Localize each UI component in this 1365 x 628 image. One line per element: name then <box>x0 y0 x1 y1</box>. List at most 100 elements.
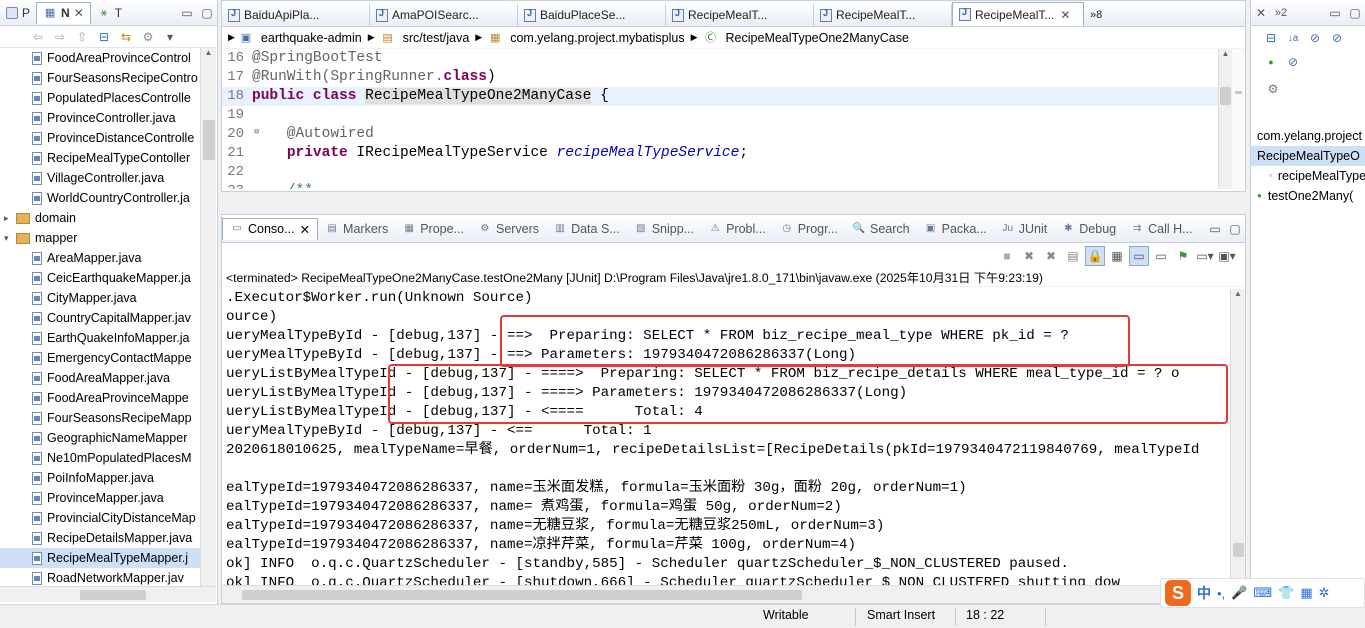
link-editor-icon[interactable]: ⇆ <box>116 27 136 47</box>
hide-local-types-icon[interactable]: ⊘ <box>1283 52 1303 72</box>
tree-vertical-scrollbar[interactable]: ▲ <box>200 48 216 586</box>
tree-file-item[interactable]: VillageController.java <box>0 168 200 188</box>
console-tab[interactable]: ▧ Snipp... <box>627 218 701 240</box>
back-icon[interactable]: ⇦ <box>28 27 48 47</box>
hscroll-thumb[interactable] <box>80 590 146 600</box>
close-icon[interactable]: ✕ <box>1251 3 1271 23</box>
editor-tab[interactable]: RecipeMealT... <box>666 4 814 26</box>
tree-file-item[interactable]: PopulatedPlacesControlle <box>0 88 200 108</box>
outline-item[interactable]: ▫ recipeMealType <box>1251 166 1365 186</box>
microphone-icon[interactable]: 🎤 <box>1231 585 1247 601</box>
forward-icon[interactable]: ⇨ <box>50 27 70 47</box>
close-icon[interactable]: ✕ <box>1060 8 1070 22</box>
scroll-thumb[interactable] <box>1220 87 1231 105</box>
editor-tab[interactable]: RecipeMealT... <box>814 4 952 26</box>
scroll-up-arrow[interactable]: ▲ <box>201 48 216 64</box>
open-console-icon[interactable]: ▣▾ <box>1217 246 1237 266</box>
hide-static-icon[interactable]: ⊘ <box>1327 28 1347 48</box>
editor-tab[interactable]: BaiduApiPla... <box>222 4 370 26</box>
console-tab[interactable]: ⚙ Servers <box>471 218 546 240</box>
hide-fields-icon[interactable]: ⊘ <box>1305 28 1325 48</box>
expand-arrow-icon[interactable]: ▸ <box>4 208 14 228</box>
console-tab[interactable]: 🔍 Search <box>845 218 917 240</box>
console-tab[interactable]: ✱ Debug <box>1054 218 1123 240</box>
collapse-all-icon[interactable]: ⊟ <box>1261 28 1281 48</box>
outline-item[interactable]: RecipeMealTypeO <box>1251 146 1365 166</box>
maximize-icon[interactable]: ▢ <box>1225 219 1245 239</box>
settings-icon[interactable]: ✲ <box>1319 585 1330 601</box>
terminate-icon[interactable]: ■ <box>997 246 1017 266</box>
remove-all-icon[interactable]: ✖ <box>1041 246 1061 266</box>
tree-package-item[interactable]: ▸ domain <box>0 208 200 228</box>
pin-console-icon[interactable]: ⚑ <box>1173 246 1193 266</box>
console-tab[interactable]: Ju JUnit <box>994 218 1054 240</box>
hscroll-thumb[interactable] <box>242 590 802 600</box>
scroll-up-arrow[interactable]: ▲ <box>1231 289 1245 303</box>
tree-horizontal-scrollbar[interactable] <box>0 586 216 602</box>
scroll-thumb[interactable] <box>1233 543 1244 557</box>
minimize-icon[interactable]: ▭ <box>177 3 197 23</box>
minimize-icon[interactable]: ▭ <box>1325 3 1345 23</box>
tree-file-item[interactable]: FoodAreaProvinceControl <box>0 48 200 68</box>
tree-file-item[interactable]: FoodAreaProvinceMappe <box>0 388 200 408</box>
skin-shirt-icon[interactable]: 👕 <box>1278 585 1294 601</box>
console-tab[interactable]: ▣ Packa... <box>917 218 994 240</box>
console-tab[interactable]: ▥ Data S... <box>546 218 627 240</box>
outline-item[interactable]: com.yelang.project <box>1251 126 1365 146</box>
tree-file-item[interactable]: RecipeMealTypeMapper.j <box>0 548 200 568</box>
tree-file-item[interactable]: ProvinceDistanceControlle <box>0 128 200 148</box>
tree-file-item[interactable]: FourSeasonsRecipeMapp <box>0 408 200 428</box>
up-icon[interactable]: ⇧ <box>72 27 92 47</box>
editor-tab[interactable]: BaiduPlaceSe... <box>518 4 666 26</box>
sort-icon[interactable]: ↓a <box>1283 28 1303 48</box>
tree-file-item[interactable]: ProvincialCityDistanceMap <box>0 508 200 528</box>
editor-vertical-scrollbar[interactable]: ▲ <box>1218 49 1232 189</box>
view-tab-n[interactable]: ▦ N ✕ <box>36 1 91 24</box>
view-menu-icon[interactable]: ⚙ <box>1263 79 1283 99</box>
clear-console-icon[interactable]: ▤ <box>1063 246 1083 266</box>
code-view[interactable]: 16 @SpringBootTest 17 @RunWith(SpringRunne… <box>222 49 1218 189</box>
view-tab-t[interactable]: ⚹ T <box>91 2 128 24</box>
sogou-logo-icon[interactable]: S <box>1165 580 1191 606</box>
word-wrap-icon[interactable]: ▦ <box>1107 246 1127 266</box>
tree-file-item[interactable]: ProvinceController.java <box>0 108 200 128</box>
scroll-up-arrow[interactable]: ▲ <box>1219 49 1232 63</box>
tree-file-item[interactable]: RoadNetworkMapper.jav <box>0 568 200 586</box>
tree-file-item[interactable]: ProvinceMapper.java <box>0 488 200 508</box>
punctuation-icon[interactable]: •, <box>1217 586 1225 601</box>
tree-file-item[interactable]: Ne10mPopulatedPlacesM <box>0 448 200 468</box>
breadcrumb-class[interactable]: RecipeMealTypeOne2ManyCase <box>726 31 909 45</box>
maximize-icon[interactable]: ▢ <box>1345 3 1365 23</box>
expand-arrow-icon[interactable]: ▾ <box>4 228 14 248</box>
display-console-icon[interactable]: ▭▾ <box>1195 246 1215 266</box>
show-on-error-icon[interactable]: ▭ <box>1151 246 1171 266</box>
breadcrumb-package[interactable]: com.yelang.project.mybatisplus <box>510 31 684 45</box>
outline-item[interactable]: ● testOne2Many( <box>1251 186 1365 206</box>
view-menu-icon[interactable]: ▾ <box>160 27 180 47</box>
ime-language-toggle[interactable]: 中 <box>1197 583 1211 603</box>
show-on-output-icon[interactable]: ▭ <box>1129 246 1149 266</box>
scroll-lock-icon[interactable]: 🔒 <box>1085 246 1105 266</box>
maximize-icon[interactable]: ▢ <box>197 3 217 23</box>
view-tab-p[interactable]: P <box>0 2 36 24</box>
tree-file-item[interactable]: EmergencyContactMappe <box>0 348 200 368</box>
tree-file-item[interactable]: EarthQuakeInfoMapper.ja <box>0 328 200 348</box>
tree-file-item[interactable]: FoodAreaMapper.java <box>0 368 200 388</box>
apps-grid-icon[interactable]: ▦ <box>1300 585 1312 601</box>
breadcrumb-source-folder[interactable]: src/test/java <box>403 31 470 45</box>
tree-file-item[interactable]: PoiInfoMapper.java <box>0 468 200 488</box>
tree-file-item[interactable]: CountryCapitalMapper.jav <box>0 308 200 328</box>
editor-tab[interactable]: RecipeMealT... ✕ <box>952 2 1084 26</box>
tree-file-item[interactable]: CeicEarthquakeMapper.ja <box>0 268 200 288</box>
fold-icon[interactable]: ⊖ <box>254 127 259 137</box>
tree-file-item[interactable]: RecipeMealTypeContoller <box>0 148 200 168</box>
collapse-all-icon[interactable]: ⊟ <box>94 27 114 47</box>
console-tab[interactable]: ⇉ Call H... <box>1123 218 1199 240</box>
scroll-thumb[interactable] <box>203 120 215 160</box>
console-horizontal-scrollbar[interactable] <box>222 585 1230 603</box>
editor-tab[interactable]: AmaPOISearc... <box>370 4 518 26</box>
tree-file-item[interactable]: WorldCountryController.ja <box>0 188 200 208</box>
tree-package-item[interactable]: ▾ mapper <box>0 228 200 248</box>
tree-file-item[interactable]: CityMapper.java <box>0 288 200 308</box>
tree-file-item[interactable]: FourSeasonsRecipeContro <box>0 68 200 88</box>
